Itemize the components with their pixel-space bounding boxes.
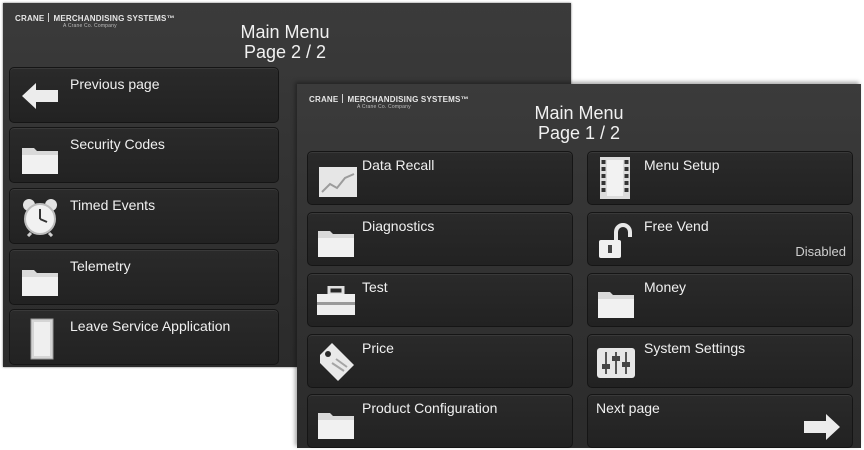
button-label: Timed Events [70, 197, 156, 213]
product-configuration-button[interactable]: Product Configuration [307, 394, 573, 448]
crane-logo: CRANE MERCHANDISING SYSTEMS™ A Crane Co. … [309, 94, 469, 110]
price-button[interactable]: Price [307, 334, 573, 388]
data-recall-button[interactable]: Data Recall [307, 151, 573, 205]
page-title: Main Menu Page 2 / 2 [240, 22, 330, 62]
free-vend-button[interactable]: Free Vend Disabled [587, 212, 853, 266]
diagnostics-button[interactable]: Diagnostics [307, 212, 573, 266]
previous-page-button[interactable]: Previous page [9, 67, 279, 123]
door-icon [30, 318, 54, 360]
folder-icon [22, 270, 58, 296]
sliders-icon [597, 348, 635, 378]
button-label: Leave Service Application [70, 318, 231, 334]
button-label: Telemetry [70, 258, 131, 274]
button-label: Security Codes [70, 136, 165, 152]
film-strip-icon [600, 157, 630, 199]
leave-service-application-button[interactable]: Leave Service Application [9, 309, 279, 365]
system-settings-button[interactable]: System Settings [587, 334, 853, 388]
main-menu-page-1-screen: CRANE MERCHANDISING SYSTEMS™ A Crane Co. … [297, 84, 861, 448]
folder-icon [318, 231, 354, 257]
money-button[interactable]: Money [587, 273, 853, 327]
button-label: Next page [596, 400, 660, 416]
button-label: Diagnostics [362, 218, 435, 234]
left-arrow-icon [22, 83, 58, 109]
security-codes-button[interactable]: Security Codes [9, 127, 279, 183]
button-label: System Settings [644, 340, 746, 356]
folder-icon [22, 148, 58, 174]
button-label: Price [362, 340, 394, 356]
price-tag-icon [320, 343, 354, 381]
folder-icon [318, 413, 354, 439]
menu-setup-button[interactable]: Menu Setup [587, 151, 853, 205]
folder-icon [598, 292, 634, 318]
page-title: Main Menu Page 1 / 2 [534, 103, 624, 143]
button-label: Previous page [70, 76, 160, 92]
telemetry-button[interactable]: Telemetry [9, 249, 279, 305]
alarm-clock-icon [23, 199, 57, 237]
button-label: Free Vend [644, 218, 709, 234]
unlocked-padlock-icon [599, 223, 632, 258]
next-page-button[interactable]: Next page [587, 394, 853, 448]
chart-icon [319, 167, 357, 197]
toolbox-icon [317, 286, 355, 315]
button-label: Money [644, 279, 687, 295]
crane-logo: CRANE MERCHANDISING SYSTEMS™ A Crane Co. … [15, 13, 175, 29]
button-label: Product Configuration [362, 400, 498, 416]
button-label: Data Recall [362, 157, 435, 173]
button-label: Menu Setup [644, 157, 720, 173]
right-arrow-icon [804, 414, 840, 440]
test-button[interactable]: Test [307, 273, 573, 327]
free-vend-status: Disabled [795, 244, 846, 259]
timed-events-button[interactable]: Timed Events [9, 188, 279, 244]
button-label: Test [362, 279, 388, 295]
